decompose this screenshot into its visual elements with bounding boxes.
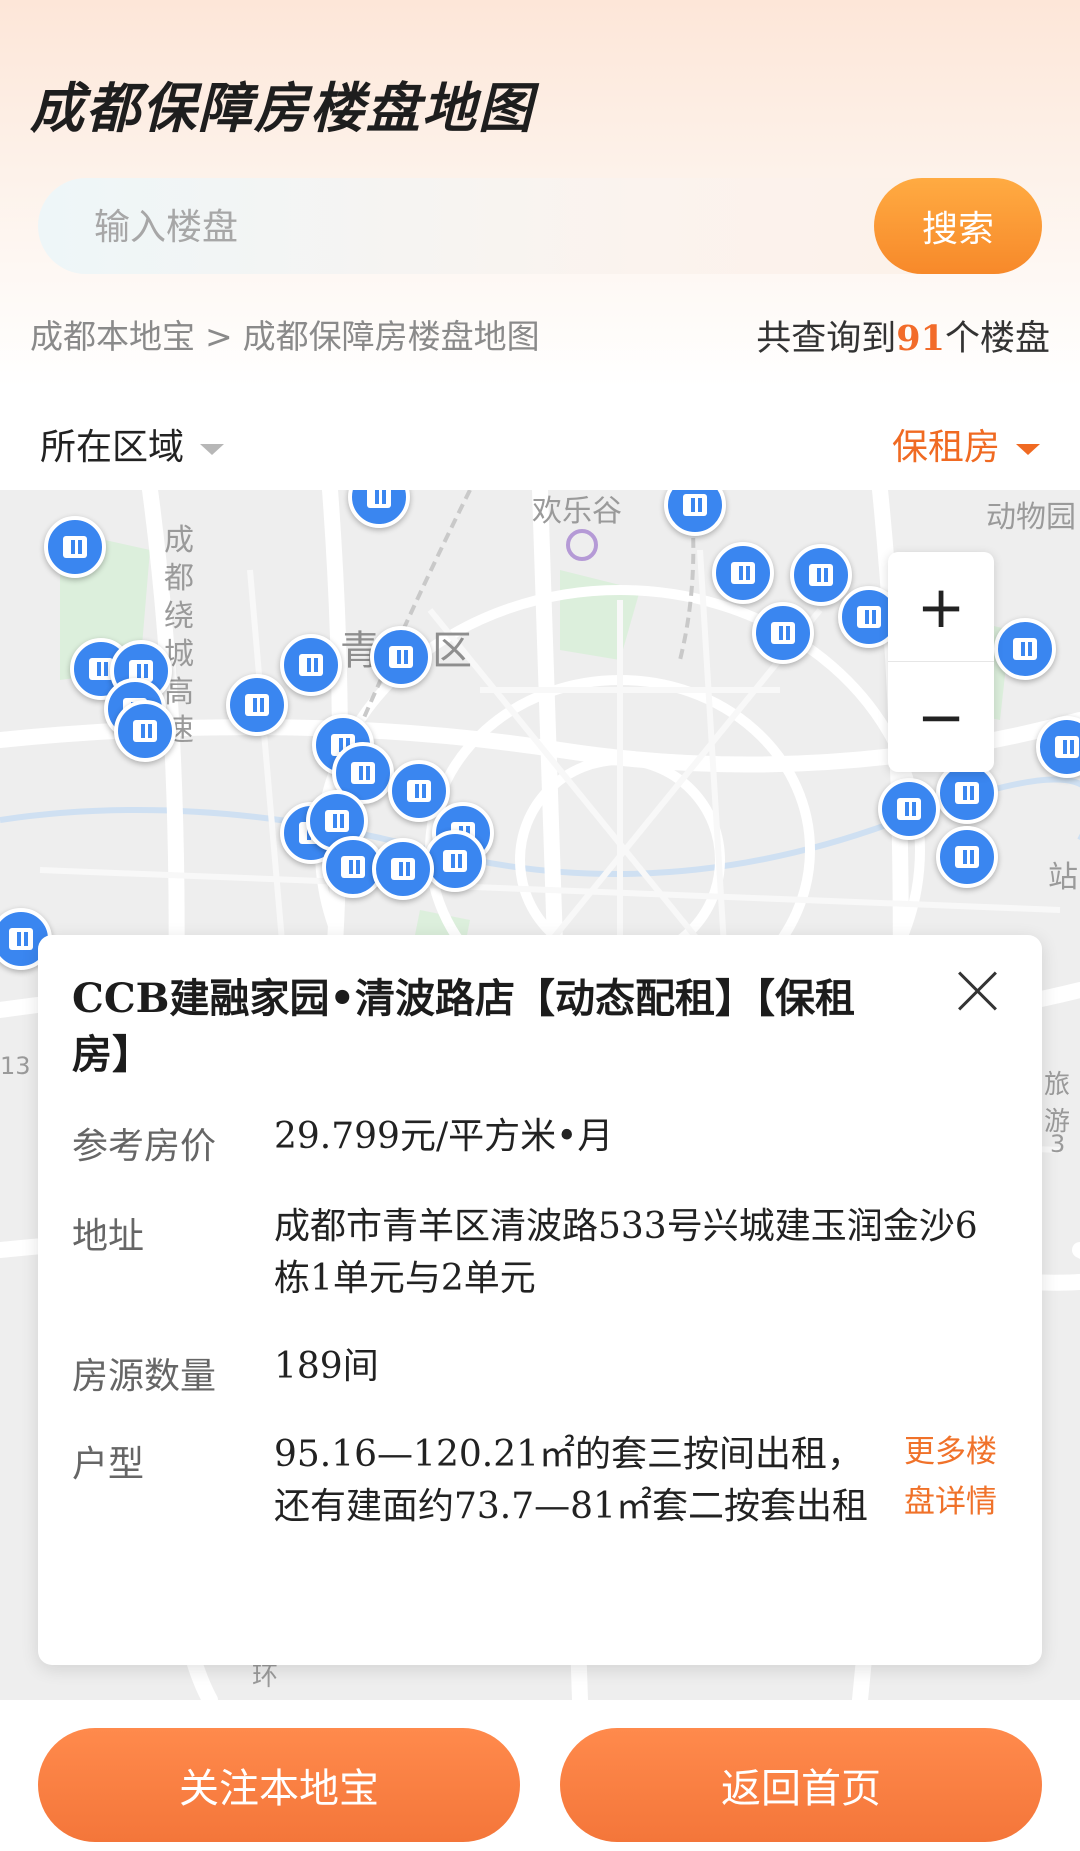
filter-row: 所在区域 保租房 xyxy=(0,388,1080,490)
price-label: 参考房价 xyxy=(72,1126,217,1167)
breadcrumb-separator: > xyxy=(205,317,233,356)
header: 成都保障房楼盘地图 搜索 成都本地宝>成都保障房楼盘地图 共查询到91个楼盘 xyxy=(0,0,1080,388)
map-pin[interactable] xyxy=(280,634,342,696)
building-icon xyxy=(955,846,979,868)
close-icon[interactable] xyxy=(952,965,1004,1017)
building-icon xyxy=(771,622,795,644)
zoom-in-button[interactable]: + xyxy=(888,552,994,662)
result-number: 91 xyxy=(896,318,945,359)
building-icon xyxy=(133,720,157,742)
more-details-link[interactable]: 更多楼盘详情 xyxy=(904,1427,1014,1527)
map-pin[interactable] xyxy=(226,674,288,736)
building-icon xyxy=(341,856,365,878)
region-filter[interactable]: 所在区域 xyxy=(40,418,225,470)
building-icon xyxy=(1055,736,1079,758)
map-label-zoo: 动物园 xyxy=(986,500,1076,535)
room-count-value: 189间 xyxy=(274,1346,379,1387)
search-bar: 搜索 xyxy=(38,178,1042,276)
bottom-bar: 关注本地宝 返回首页 xyxy=(0,1700,1080,1851)
home-button[interactable]: 返回首页 xyxy=(560,1728,1042,1842)
building-icon xyxy=(731,562,755,584)
housing-type-filter[interactable]: 保租房 xyxy=(892,418,1040,470)
search-button[interactable]: 搜索 xyxy=(874,178,1042,274)
map-pin[interactable] xyxy=(424,830,486,892)
address-label: 地址 xyxy=(72,1216,145,1257)
map-pin[interactable] xyxy=(752,602,814,664)
building-icon xyxy=(9,928,33,950)
map-pin[interactable] xyxy=(878,778,940,840)
map-label-happy-valley: 欢乐谷 xyxy=(532,494,622,529)
caret-down-icon xyxy=(1016,443,1040,455)
breadcrumb: 成都本地宝 > 成都保障房楼盘地图 xyxy=(30,310,540,358)
map-pin[interactable] xyxy=(114,700,176,762)
price-value: 29.799元/平方米•月 xyxy=(274,1116,614,1157)
property-info-card: CCB建融家园•清波路店【动态配租】【保租房】 参考房价 29.799元/平方米… xyxy=(38,935,1042,1665)
map-pin[interactable] xyxy=(44,516,106,578)
result-suffix: 个楼盘 xyxy=(944,319,1050,359)
building-icon xyxy=(443,850,467,872)
address-value: 成都市青羊区清波路533号兴城建玉润金沙6栋1单元与2单元 xyxy=(274,1206,978,1299)
search-input[interactable] xyxy=(92,178,856,276)
map-pin[interactable] xyxy=(712,542,774,604)
property-title: CCB建融家园•清波路店【动态配租】【保租房】 xyxy=(72,975,856,1078)
map-label-tourism: 旅游 xyxy=(1044,1070,1071,1137)
building-icon xyxy=(683,494,707,516)
caret-down-icon xyxy=(200,443,225,455)
building-icon xyxy=(367,490,391,508)
map-label-edge-13: 13 xyxy=(0,1052,31,1080)
building-icon xyxy=(857,606,881,628)
building-icon xyxy=(391,858,415,880)
breadcrumb-current: 成都保障房楼盘地图 xyxy=(242,317,540,356)
page-title: 成都保障房楼盘地图 xyxy=(30,77,534,140)
building-icon xyxy=(897,798,921,820)
building-icon xyxy=(63,536,87,558)
map-pin[interactable] xyxy=(370,626,432,688)
result-count: 共查询到91个楼盘 xyxy=(756,310,1050,361)
layout-value: 95.16—120.21㎡的套三按间出租，还有建面约73.7—81㎡套二按套出租 xyxy=(274,1434,868,1527)
building-icon xyxy=(955,782,979,804)
building-icon xyxy=(325,810,349,832)
room-count-label: 房源数量 xyxy=(72,1356,217,1397)
region-filter-label: 所在区域 xyxy=(40,427,185,468)
layout-label: 户型 xyxy=(72,1444,145,1485)
building-icon xyxy=(389,646,413,668)
map-pin[interactable] xyxy=(936,826,998,888)
zoom-control: + − xyxy=(888,552,994,772)
housing-type-label: 保租房 xyxy=(891,427,1000,468)
map-label-station: 站 xyxy=(1048,860,1078,895)
breadcrumb-root[interactable]: 成都本地宝 xyxy=(30,317,195,356)
building-icon xyxy=(407,780,431,802)
zoom-out-button[interactable]: − xyxy=(888,662,994,772)
follow-button[interactable]: 关注本地宝 xyxy=(38,1728,520,1842)
building-icon xyxy=(299,654,323,676)
building-icon xyxy=(809,564,833,586)
result-prefix: 共查询到 xyxy=(756,319,897,359)
building-icon xyxy=(1013,638,1037,660)
map-pin[interactable] xyxy=(790,544,852,606)
map-pin[interactable] xyxy=(994,618,1056,680)
map-pin[interactable] xyxy=(372,838,434,900)
building-icon xyxy=(245,694,269,716)
building-icon xyxy=(351,762,375,784)
